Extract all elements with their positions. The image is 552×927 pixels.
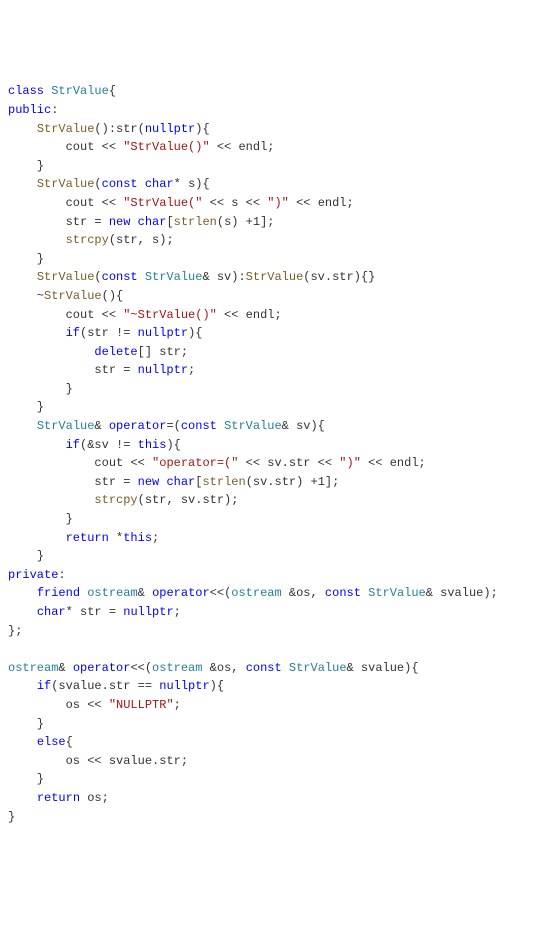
str: str [66, 215, 88, 229]
type-sv: StrValue [224, 419, 282, 433]
cout: cout [94, 456, 123, 470]
one: 1 [318, 475, 325, 489]
if-kw: if [37, 679, 51, 693]
new-kw: new [138, 475, 160, 489]
endl: endl [390, 456, 419, 470]
if-kw: if [66, 326, 80, 340]
const: const [325, 586, 361, 600]
cout: cout [66, 196, 95, 210]
nullptr: nullptr [138, 363, 188, 377]
opeq-lit2: ")" [339, 456, 361, 470]
char-kw: char [37, 605, 66, 619]
free-lit: "NULLPTR" [109, 698, 174, 712]
ctor0: StrValue [37, 122, 95, 136]
ctor1-lit1: "StrValue(" [123, 196, 202, 210]
operator-kw: operator [109, 419, 167, 433]
char-kw: char [145, 177, 174, 191]
friend-kw: friend [37, 586, 80, 600]
new-kw: new [109, 215, 131, 229]
if-kw: if [66, 438, 80, 452]
endl: endl [318, 196, 347, 210]
ctor0-lit: "StrValue()" [123, 140, 209, 154]
member-str: str [80, 605, 102, 619]
strlen: strlen [174, 215, 217, 229]
cout: cout [66, 140, 95, 154]
strcpy: strcpy [66, 233, 109, 247]
param-s: s [188, 177, 195, 191]
cout: cout [66, 308, 95, 322]
ctor2: StrValue [37, 270, 95, 284]
const: const [102, 177, 138, 191]
strcpy: strcpy [94, 493, 137, 507]
this-kw: this [123, 531, 152, 545]
type-sv: StrValue [368, 586, 426, 600]
nullptr: nullptr [159, 679, 209, 693]
param-os: os [217, 661, 231, 675]
ostream: ostream [8, 661, 58, 675]
str: str [94, 475, 116, 489]
operator-kw: operator [152, 586, 210, 600]
ostream: ostream [152, 661, 202, 675]
const: const [102, 270, 138, 284]
nullptr: nullptr [123, 605, 173, 619]
ctor0-init-field: str [116, 122, 138, 136]
nullptr: nullptr [138, 326, 188, 340]
const: const [181, 419, 217, 433]
endl: endl [238, 140, 267, 154]
this-kw: this [138, 438, 167, 452]
one: 1 [253, 215, 260, 229]
access-public: public [8, 103, 51, 117]
strlen: strlen [202, 475, 245, 489]
return-kw: return [37, 791, 80, 805]
opeq-ret: StrValue [37, 419, 95, 433]
dtor-lit: "~StrValue()" [123, 308, 217, 322]
ostream: ostream [231, 586, 281, 600]
ctor2-arg: sv.str [310, 270, 353, 284]
dtor: StrValue [44, 289, 102, 303]
endl: endl [246, 308, 275, 322]
param-os: os [296, 586, 310, 600]
char-kw: char [166, 475, 195, 489]
access-private: private [8, 568, 58, 582]
param-svalue: svalue [440, 586, 483, 600]
ctor2-deleg: StrValue [246, 270, 304, 284]
return-kw: return [66, 531, 109, 545]
else-kw: else [37, 735, 66, 749]
param-sv: sv [296, 419, 310, 433]
code-block: class StrValue{ public: StrValue():str(n… [8, 82, 544, 826]
str: str [87, 326, 109, 340]
param-sv: sv [217, 270, 231, 284]
param-svalue: svalue [361, 661, 404, 675]
class-name: StrValue [51, 84, 109, 98]
char-kw: char [138, 215, 167, 229]
ctor1-lit2: ")" [267, 196, 289, 210]
type-sv: StrValue [289, 661, 347, 675]
ctor0-nullptr: nullptr [145, 122, 195, 136]
ostream: ostream [87, 586, 137, 600]
keyword-class: class [8, 84, 44, 98]
ctor1: StrValue [37, 177, 95, 191]
const: const [246, 661, 282, 675]
delete-kw: delete [94, 345, 137, 359]
operator-kw: operator [73, 661, 131, 675]
opeq-lit1: "operator=(" [152, 456, 238, 470]
type-sv: StrValue [145, 270, 203, 284]
